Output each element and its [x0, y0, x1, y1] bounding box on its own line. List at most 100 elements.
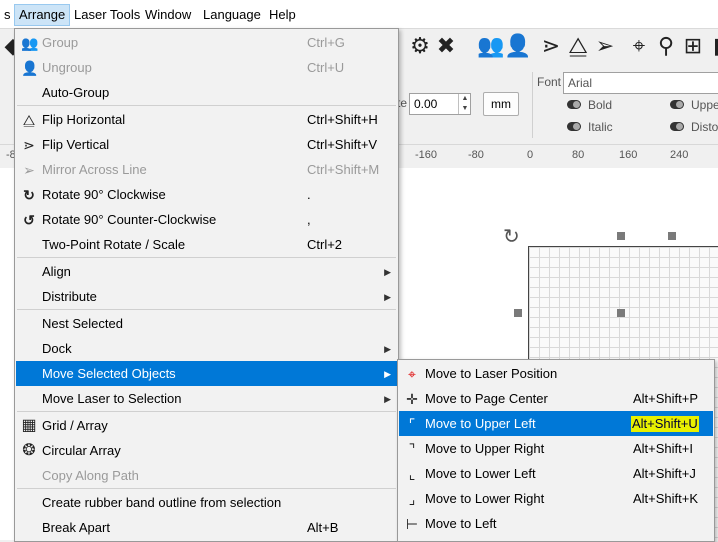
menu-laser-tools[interactable]: Laser Tools — [70, 5, 144, 25]
menu-language[interactable]: Language — [199, 5, 265, 25]
move-left-icon: ⊢ — [405, 516, 419, 532]
submenu-item-move-to-upper-left[interactable]: ⌜ Move to Upper Left Alt+Shift+U — [399, 411, 713, 436]
move-selected-submenu: ⌖ Move to Laser Position ✛ Move to Page … — [397, 359, 715, 542]
menu-item-group[interactable]: 👥 Group Ctrl+G — [16, 30, 397, 55]
submenu-arrow-icon: ▶ — [384, 267, 391, 277]
settings-icon[interactable]: ⚙ — [407, 33, 433, 59]
upper-toggle[interactable] — [670, 100, 684, 109]
menu-item-label: Move to Left — [425, 516, 497, 531]
menu-item-label: Grid / Array — [42, 418, 108, 433]
menu-item-circular-array[interactable]: ❂ Circular Array — [16, 438, 397, 463]
menu-item-auto-group[interactable]: Auto-Group — [16, 80, 397, 105]
menu-item-flip-horizontal[interactable]: ⧋ Flip Horizontal Ctrl+Shift+H — [16, 107, 397, 132]
menu-item-ungroup[interactable]: 👤 Ungroup Ctrl+U — [16, 55, 397, 80]
rotate-handle-icon[interactable]: ↻ — [503, 224, 520, 249]
selection-handle[interactable] — [668, 232, 676, 240]
mirror-line-icon: ➢ — [23, 162, 35, 178]
distort-toggle[interactable] — [670, 122, 684, 131]
flip-horizontal-icon[interactable]: ⧋ — [565, 33, 591, 59]
menu-item-align[interactable]: Align ▶ — [16, 259, 397, 284]
upper-label: Uppe — [691, 98, 718, 112]
menu-item-distribute[interactable]: Distribute ▶ — [16, 284, 397, 309]
menu-item-break-apart[interactable]: Break Apart Alt+B — [16, 515, 397, 540]
submenu-item-move-to-lower-left[interactable]: ⌞ Move to Lower Left Alt+Shift+J — [399, 461, 713, 486]
italic-toggle[interactable] — [567, 122, 581, 131]
more-icon[interactable]: ▮ — [706, 33, 718, 59]
menu-item-rotate-ccw[interactable]: ↺ Rotate 90° Counter-Clockwise , — [16, 207, 397, 232]
target-icon[interactable]: ⌖ — [626, 33, 652, 59]
node-icon[interactable]: ⚲ — [653, 33, 679, 59]
upper-left-icon: ⌜ — [408, 416, 416, 432]
group-icon: 👥 — [21, 35, 39, 51]
weld-icon[interactable]: ⊞ — [680, 33, 706, 59]
menu-window[interactable]: Window — [141, 5, 195, 25]
menu-item-two-point-rotate[interactable]: Two-Point Rotate / Scale Ctrl+2 — [16, 232, 397, 257]
menu-item-label: Mirror Across Line — [42, 162, 147, 177]
menu-item-shortcut: Alt+Shift+K — [633, 491, 699, 506]
submenu-item-move-to-left[interactable]: ⊢ Move to Left — [399, 511, 713, 536]
laser-position-icon: ⌖ — [408, 366, 416, 382]
menu-help[interactable]: Help — [265, 5, 300, 25]
menu-item-flip-vertical[interactable]: ⋗ Flip Vertical Ctrl+Shift+V — [16, 132, 397, 157]
menu-item-label: Move to Page Center — [425, 391, 548, 406]
upper-right-icon: ⌝ — [408, 441, 416, 457]
menu-item-label: Align — [42, 264, 71, 279]
menu-item-label: Auto-Group — [42, 85, 110, 100]
menu-item-prev[interactable]: s — [0, 5, 15, 25]
menu-item-label: Dock — [42, 341, 72, 356]
menu-item-shortcut: . — [307, 187, 311, 202]
menu-item-label: Move to Lower Left — [425, 466, 536, 481]
flip-vertical-icon[interactable]: ⋗ — [538, 33, 564, 59]
submenu-item-move-to-upper-right[interactable]: ⌝ Move to Upper Right Alt+Shift+I — [399, 436, 713, 461]
menu-separator — [17, 411, 396, 412]
menu-item-label: Flip Horizontal — [42, 112, 126, 127]
menu-item-dock[interactable]: Dock ▶ — [16, 336, 397, 361]
submenu-item-move-to-laser-position[interactable]: ⌖ Move to Laser Position — [399, 361, 713, 386]
font-select[interactable]: Arial — [563, 72, 718, 94]
user-icon[interactable]: 👤 — [504, 33, 531, 59]
grid-array-icon: ▦ — [21, 417, 37, 434]
submenu-item-move-to-lower-right[interactable]: ⌟ Move to Lower Right Alt+Shift+K — [399, 486, 713, 511]
page-center-icon: ✛ — [406, 391, 418, 407]
menu-item-shortcut: Alt+Shift+I — [633, 441, 693, 456]
menu-arrange[interactable]: Arrange — [14, 4, 71, 26]
ruler-tick: 0 — [527, 149, 534, 161]
selection-handle[interactable] — [617, 309, 625, 317]
menu-item-rubber-band-outline[interactable]: Create rubber band outline from selectio… — [16, 490, 397, 515]
menu-item-nest-selected[interactable]: Nest Selected — [16, 311, 397, 336]
italic-label: Italic — [588, 120, 613, 134]
spin-down-icon[interactable]: ▼ — [459, 104, 471, 114]
mirror-icon[interactable]: ➢ — [592, 33, 618, 59]
bold-label: Bold — [588, 98, 613, 112]
value-spinner[interactable]: ▲ ▼ — [458, 94, 471, 114]
menu-item-label: Rotate 90° Counter-Clockwise — [42, 212, 217, 227]
ruler-tick: -80 — [468, 149, 484, 161]
lower-left-icon: ⌞ — [408, 466, 416, 482]
submenu-item-move-to-page-center[interactable]: ✛ Move to Page Center Alt+Shift+P — [399, 386, 713, 411]
menu-item-move-laser-to-selection[interactable]: Move Laser to Selection ▶ — [16, 386, 397, 411]
menu-item-copy-along-path[interactable]: Copy Along Path — [16, 463, 397, 488]
menu-item-label: Distribute — [42, 289, 97, 304]
menu-item-mirror-across-line[interactable]: ➢ Mirror Across Line Ctrl+Shift+M — [16, 157, 397, 182]
menu-separator — [17, 488, 396, 489]
menu-item-label: Move to Laser Position — [425, 366, 558, 381]
menu-item-move-selected-objects[interactable]: Move Selected Objects ▶ — [16, 361, 397, 386]
menu-item-label: Move Selected Objects — [42, 366, 176, 381]
menu-item-rotate-cw[interactable]: ↻ Rotate 90° Clockwise . — [16, 182, 397, 207]
menu-item-label: Rotate 90° Clockwise — [42, 187, 166, 202]
menu-item-label: Circular Array — [42, 443, 121, 458]
menu-item-shortcut: Alt+Shift+J — [633, 466, 696, 481]
menu-item-shortcut: Ctrl+Shift+V — [307, 137, 378, 152]
selection-handle[interactable] — [514, 309, 522, 317]
menu-separator — [17, 309, 396, 310]
menu-item-grid-array[interactable]: ▦ Grid / Array — [16, 413, 397, 438]
unit-button[interactable]: mm — [483, 92, 519, 116]
menu-separator — [17, 105, 396, 106]
ruler-tick: -160 — [415, 149, 438, 161]
arrange-menu: 👥 Group Ctrl+G 👤 Ungroup Ctrl+U Auto-Gro… — [14, 28, 399, 542]
bold-toggle[interactable] — [567, 100, 581, 109]
spin-up-icon[interactable]: ▲ — [459, 94, 471, 104]
selection-handle[interactable] — [617, 232, 625, 240]
group-users-icon[interactable]: 👥 — [477, 33, 504, 59]
tools-icon[interactable]: ✖ — [433, 33, 459, 59]
